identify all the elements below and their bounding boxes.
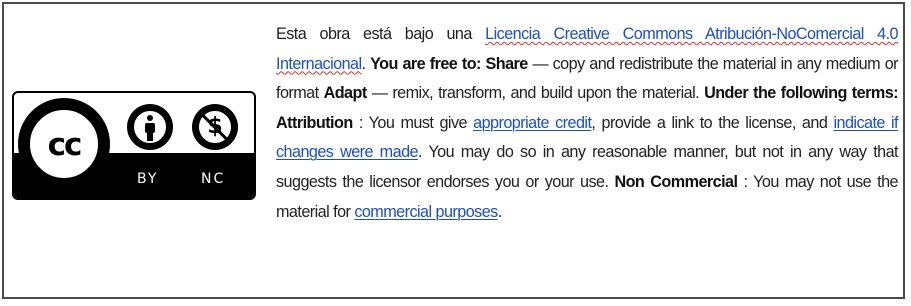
noncommercial-icon: $ [192, 104, 238, 150]
attribution-icon [127, 104, 173, 150]
license-text: Esta obra está bajo una Licencia Creativ… [276, 20, 899, 227]
attribution-person-head [147, 115, 153, 121]
adapt-heading: Adapt [323, 84, 368, 103]
non-commercial-heading: Non Commercial [614, 172, 738, 191]
free-to-heading: You are free to: Share [370, 54, 528, 73]
badge-label-nc: NC [201, 171, 226, 187]
intro-text: Esta obra está bajo una [276, 25, 486, 43]
appropriate-credit-link[interactable]: appropriate credit [473, 114, 592, 132]
attribution-text: : You must give [352, 113, 474, 132]
adapt-text: — remix, transform, and build upon the m… [366, 84, 705, 103]
cc-logo-icon: cc [18, 98, 110, 190]
closing-period: . [497, 202, 502, 221]
cc-logo-circle: cc [24, 104, 104, 184]
credit-after-text: , provide a link to the license, and [591, 113, 834, 132]
license-notice-box: cc $ BY NC Esta obra está bajo una Licen… [2, 2, 905, 299]
after-link-text: . [361, 54, 371, 73]
cc-logo-text: cc [47, 127, 83, 163]
commercial-purposes-link[interactable]: commercial purposes [354, 203, 498, 221]
attribution-person-legs [147, 132, 153, 141]
cc-by-nc-badge[interactable]: cc $ BY NC [12, 91, 256, 200]
badge-label-by: BY [137, 171, 159, 187]
